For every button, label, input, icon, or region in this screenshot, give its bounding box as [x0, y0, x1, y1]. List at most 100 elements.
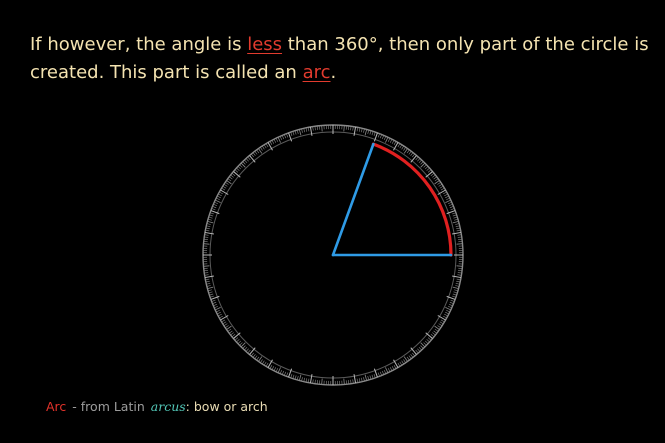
protractor-tick [438, 183, 443, 187]
protractor-tick [399, 144, 403, 149]
protractor-tick [401, 145, 405, 150]
protractor-tick [237, 166, 242, 170]
protractor-tick [307, 127, 310, 132]
protractor-tick [445, 307, 451, 311]
protractor-tick [389, 367, 393, 371]
protractor-tick [205, 229, 210, 232]
protractor-tick [223, 183, 228, 187]
protractor-tick [263, 144, 267, 149]
protractor-tick [208, 216, 213, 219]
protractor-tick [230, 174, 234, 178]
protractor-tick [292, 131, 295, 136]
protractor-tick [247, 156, 251, 161]
protractor-tick [249, 155, 256, 163]
protractor-tick [231, 334, 236, 338]
protractor-tick [275, 138, 279, 142]
protractor-tick [265, 143, 269, 148]
protractor-tick [239, 342, 243, 346]
protractor-tick [403, 147, 406, 151]
protractor-tick [456, 227, 461, 230]
protractor-tick [273, 367, 277, 371]
protractor-tick [406, 149, 410, 154]
protractor-tick [231, 172, 236, 176]
protractor-tick [430, 334, 435, 338]
protractor-tick [410, 152, 414, 156]
protractor-tick [209, 214, 214, 217]
protractor-tick [381, 370, 385, 375]
protractor-tick [279, 369, 283, 374]
protractor-tick [410, 347, 417, 355]
protractor-tick [234, 337, 239, 341]
protractor-tick [424, 166, 429, 170]
protractor-tick [221, 319, 226, 323]
protractor-tick [389, 139, 393, 143]
protractor-tick [260, 359, 263, 363]
protractor-tick [217, 311, 221, 315]
protractor-tick [377, 133, 380, 138]
protractor-tick [286, 372, 289, 377]
protractor-tick [209, 212, 214, 215]
protractor-tick [381, 135, 385, 140]
protractor-tick [284, 371, 287, 376]
protractor-tick [225, 325, 229, 328]
protractor-tick [449, 301, 454, 304]
protractor-tick [371, 374, 374, 379]
protractor-tick [223, 323, 228, 327]
protractor-tick [383, 136, 387, 141]
protractor-tick [387, 368, 391, 372]
protractor-tick [207, 289, 212, 292]
protractor-tick [371, 131, 374, 136]
protractor-tick [454, 218, 459, 221]
protractor-tick [250, 352, 254, 357]
protractor-tick [408, 355, 412, 360]
protractor-tick [391, 366, 395, 370]
protractor-tick [439, 185, 444, 189]
protractor-tick [393, 141, 397, 145]
protractor-tick [373, 374, 376, 379]
protractor-tick [424, 340, 429, 344]
protractor-tick [219, 191, 223, 195]
protractor-tick [271, 366, 275, 370]
protractor-tick [418, 346, 422, 351]
protractor-tick [261, 360, 265, 365]
protractor-tick [444, 193, 448, 197]
protractor-tick [415, 156, 419, 161]
protractor-tick [443, 315, 447, 319]
protractor-tick [420, 161, 424, 165]
protractor-tick [233, 332, 241, 339]
protractor-tick [369, 130, 372, 135]
protractor-tick [209, 295, 214, 298]
protractor-tick [450, 208, 455, 211]
protractor-tick [211, 299, 216, 302]
protractor-tick [450, 299, 455, 302]
protractor-tick [358, 127, 361, 132]
protractor-tick [281, 135, 285, 140]
protractor-tick [379, 371, 382, 376]
protractor-tick [250, 153, 254, 158]
protractor-tick [237, 340, 242, 344]
protractor-tick [449, 206, 454, 209]
protractor-tick [273, 139, 277, 143]
protractor-tick [203, 265, 210, 267]
protractor-tick [294, 375, 297, 380]
protractor-tick [456, 229, 461, 232]
protractor-tick [225, 182, 229, 185]
protractor-tick [447, 201, 452, 205]
protractor-tick [254, 150, 258, 155]
protractor-tick [452, 214, 457, 217]
protractor-tick [454, 289, 459, 292]
protractor-tick [364, 374, 368, 381]
protractor-tick [263, 361, 267, 366]
protractor-tick [453, 216, 458, 219]
protractor-tick [410, 155, 417, 163]
protractor-tick [417, 158, 421, 162]
protractor-tick [234, 169, 239, 173]
protractor-tick [213, 203, 218, 207]
protractor-tick [207, 220, 214, 224]
protractor-tick [215, 199, 221, 203]
protractor-tick [426, 167, 430, 171]
protractor-tick [227, 178, 232, 182]
protractor-tick [203, 243, 210, 245]
protractor-tick [385, 367, 389, 373]
protractor-tick [452, 293, 457, 296]
